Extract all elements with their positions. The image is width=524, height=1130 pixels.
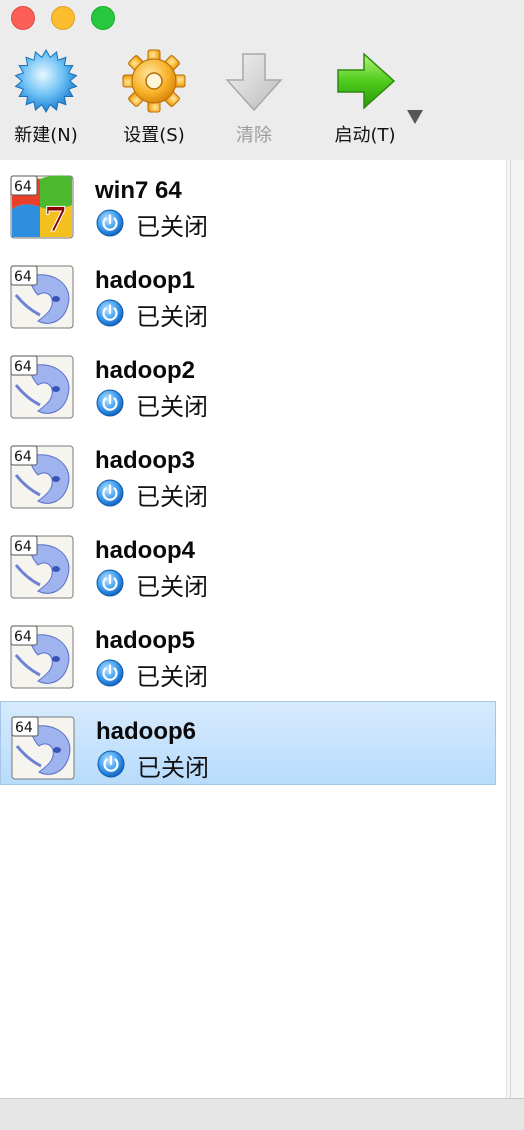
linux-generic-icon: 64 xyxy=(10,445,74,509)
vm-list-item-hadoop5[interactable]: 64 hadoop5 已关闭 xyxy=(0,611,496,695)
vm-state-label: 已关闭 xyxy=(136,483,208,511)
down-arrow-icon xyxy=(225,53,283,112)
settings-button[interactable]: 设置(S) xyxy=(104,38,204,158)
power-off-icon xyxy=(96,299,124,327)
start-button-label: 启动(T) xyxy=(334,125,396,146)
vm-state-label: 已关闭 xyxy=(136,213,208,241)
discard-button[interactable]: 清除 xyxy=(204,38,304,158)
minimize-window-button[interactable] xyxy=(51,6,75,30)
linux-generic-icon: 64 xyxy=(10,265,74,329)
linux-generic-icon: 64 xyxy=(10,625,74,689)
start-button[interactable]: 启动(T) xyxy=(315,38,415,158)
vm-list-item-hadoop4[interactable]: 64 hadoop4 已关闭 xyxy=(0,521,496,605)
vm-arch-badge: 64 xyxy=(14,179,32,195)
vm-state-label: 已关闭 xyxy=(136,303,208,331)
vertical-scrollbar[interactable] xyxy=(506,160,524,1098)
discard-button-label: 清除 xyxy=(236,125,272,146)
vm-arch-badge: 64 xyxy=(14,269,32,285)
vm-state-label: 已关闭 xyxy=(136,573,208,601)
gear-icon xyxy=(122,49,186,113)
vm-list-item-hadoop1[interactable]: 64 hadoop1 已关闭 xyxy=(0,251,496,335)
svg-text:7: 7 xyxy=(44,200,68,239)
vm-state-label: 已关闭 xyxy=(137,754,209,782)
vm-state-label: 已关闭 xyxy=(136,663,208,691)
vm-name: hadoop3 xyxy=(95,447,195,474)
vm-arch-badge: 64 xyxy=(14,359,32,375)
new-button-label: 新建(N) xyxy=(14,125,78,146)
title-bar xyxy=(0,0,524,38)
status-bar xyxy=(0,1098,524,1130)
vm-arch-badge: 64 xyxy=(14,449,32,465)
power-off-icon xyxy=(96,209,124,237)
vm-name: hadoop5 xyxy=(95,627,195,654)
vm-name: hadoop6 xyxy=(96,718,196,745)
starburst-icon xyxy=(14,48,78,114)
power-off-icon xyxy=(96,659,124,687)
windows7-icon: 7 64 xyxy=(10,175,74,239)
vm-name: hadoop4 xyxy=(95,537,195,564)
vm-list-item-win7-64[interactable]: 7 64 win7 64 已关闭 xyxy=(0,161,496,245)
vm-name: hadoop2 xyxy=(95,357,195,384)
vm-list: 7 64 win7 64 已关闭 64 hadoop1 已关闭 64 hadoo… xyxy=(0,160,506,1098)
linux-generic-icon: 64 xyxy=(10,355,74,419)
vm-name: win7 64 xyxy=(95,177,182,204)
toolbar: 新建(N) 设置(S) 清除 启动(T) xyxy=(0,38,524,160)
settings-button-label: 设置(S) xyxy=(123,125,185,146)
power-off-icon xyxy=(96,569,124,597)
vm-arch-badge: 64 xyxy=(14,629,32,645)
power-off-icon xyxy=(96,389,124,417)
vm-list-item-hadoop3[interactable]: 64 hadoop3 已关闭 xyxy=(0,431,496,515)
power-off-icon xyxy=(96,479,124,507)
linux-generic-icon: 64 xyxy=(10,535,74,599)
vm-list-item-hadoop2[interactable]: 64 hadoop2 已关闭 xyxy=(0,341,496,425)
new-button[interactable]: 新建(N) xyxy=(0,38,96,158)
vm-list-item-hadoop6[interactable]: 64 hadoop6 已关闭 xyxy=(0,701,496,785)
right-arrow-icon xyxy=(337,52,396,110)
power-off-icon xyxy=(97,750,125,778)
vm-arch-badge: 64 xyxy=(14,539,32,555)
close-window-button[interactable] xyxy=(11,6,35,30)
vm-arch-badge: 64 xyxy=(15,720,33,736)
vm-state-label: 已关闭 xyxy=(136,393,208,421)
zoom-window-button[interactable] xyxy=(91,6,115,30)
vm-name: hadoop1 xyxy=(95,267,195,294)
linux-generic-icon: 64 xyxy=(11,716,75,780)
start-dropdown-arrow-icon[interactable] xyxy=(407,110,423,124)
